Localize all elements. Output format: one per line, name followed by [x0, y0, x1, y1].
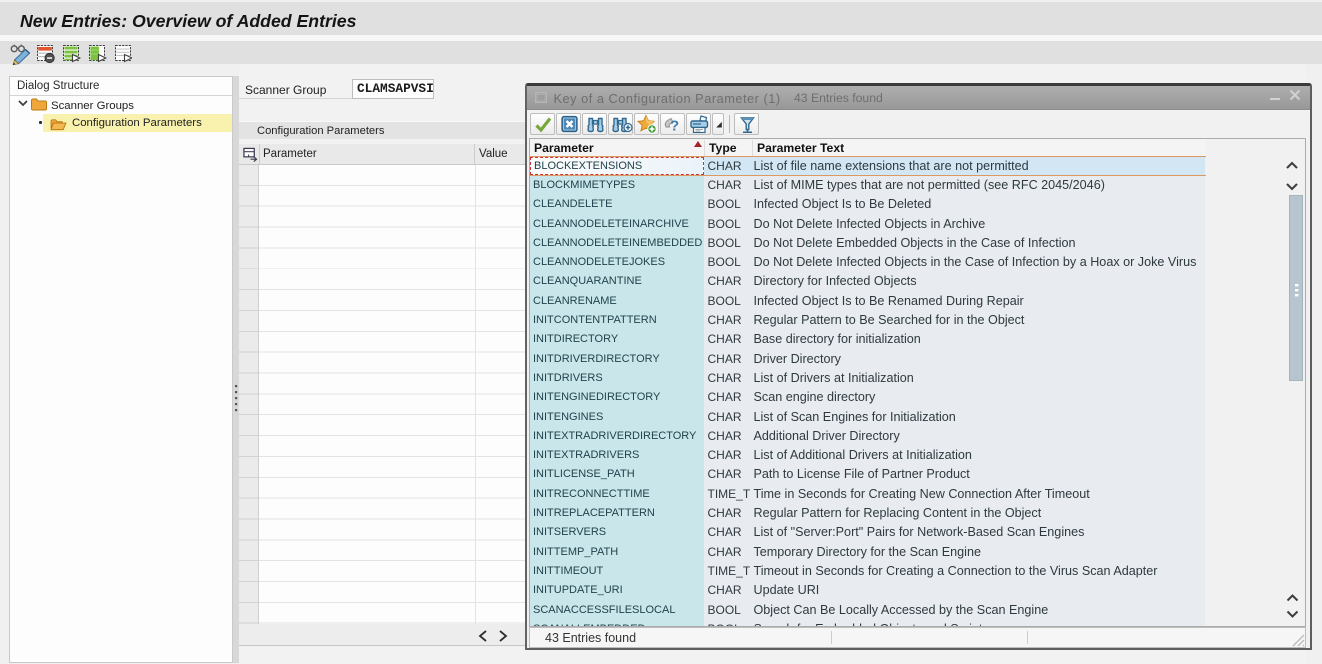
svg-text:?: ?	[670, 118, 679, 135]
